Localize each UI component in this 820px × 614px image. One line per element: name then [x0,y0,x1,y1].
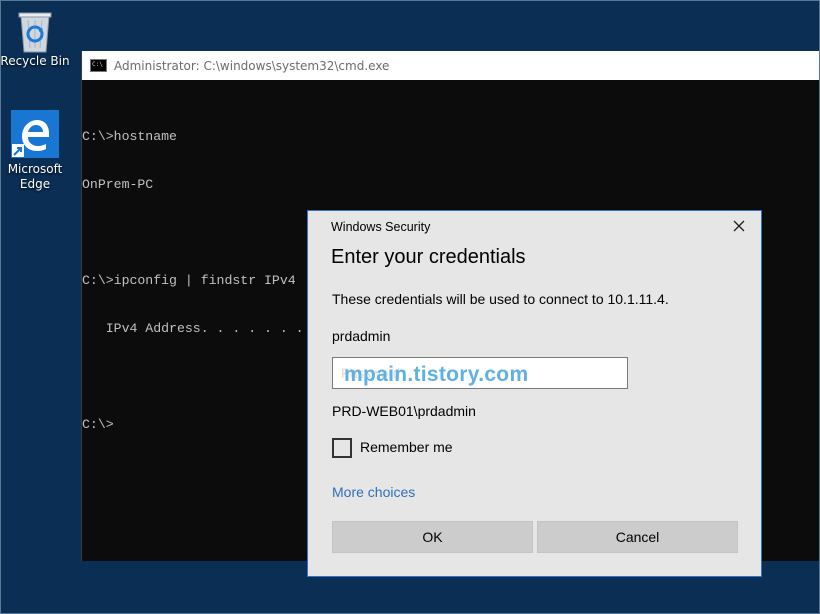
dialog-title: Windows Security [331,220,431,234]
username-label[interactable]: prdadmin [332,328,390,344]
edge-icon [11,110,59,158]
cmd-line: C:\>hostname [82,129,177,144]
cmd-icon [90,59,107,72]
cmd-line: OnPrem-PC [82,177,154,192]
credentials-dialog[interactable]: Windows Security Enter your credentials … [307,210,762,577]
domain-user-label: PRD-WEB01\prdadmin [332,403,476,419]
recycle-bin-shortcut[interactable]: Recycle Bin [0,8,70,69]
edge-label-2: Edge [19,177,51,191]
remember-me-checkbox[interactable] [332,438,352,458]
recycle-bin-label: Recycle Bin [0,54,70,68]
cmd-title: Administrator: C:\windows\system32\cmd.e… [114,58,390,73]
edge-shortcut[interactable]: Microsoft Edge [0,110,70,192]
more-choices-link[interactable]: More choices [332,484,415,500]
ok-button[interactable]: OK [332,521,533,553]
cancel-button[interactable]: Cancel [537,521,738,553]
password-input[interactable] [332,357,628,389]
close-icon[interactable] [731,217,747,235]
remember-me-label[interactable]: Remember me [360,439,453,455]
edge-label-1: Microsoft [7,162,63,176]
dialog-heading: Enter your credentials [331,246,526,268]
dialog-description: These credentials will be used to connec… [332,291,669,307]
recycle-bin-icon [18,12,52,53]
cmd-title-bar[interactable]: Administrator: C:\windows\system32\cmd.e… [82,51,820,80]
